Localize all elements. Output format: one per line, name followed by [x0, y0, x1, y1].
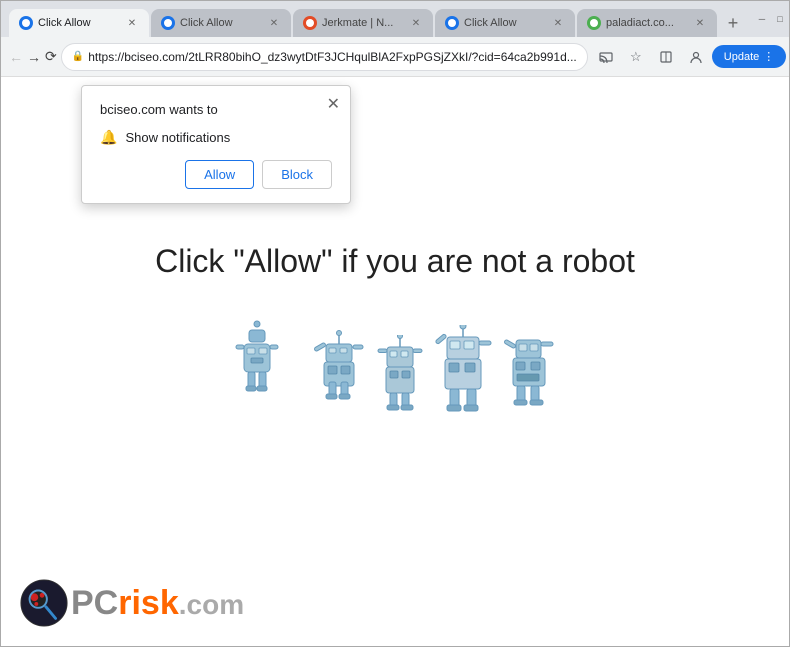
tab-1-close[interactable]: ✕ — [125, 16, 139, 30]
maximize-button[interactable]: □ — [773, 12, 787, 26]
pcrisk-risk: risk — [118, 584, 179, 622]
main-heading: Click "Allow" if you are not a robot — [155, 243, 635, 280]
refresh-button[interactable]: ⟳ — [45, 43, 57, 71]
notification-popup: ✕ bciseo.com wants to 🔔 Show notificatio… — [81, 85, 351, 204]
forward-button[interactable]: → — [27, 43, 41, 71]
tab-3[interactable]: Jerkmate | N... ✕ — [293, 9, 433, 37]
pcrisk-logo: PCrisk.com — [19, 578, 244, 628]
address-text: https://bciseo.com/2tLRR80bihO_dz3wytDtF… — [88, 50, 577, 64]
robot-4 — [433, 325, 493, 420]
popup-notification-row: 🔔 Show notifications — [100, 129, 332, 146]
title-bar: Click Allow ✕ Click Allow ✕ Jerkmate | N… — [1, 1, 789, 37]
robot-1 — [234, 320, 304, 420]
pcrisk-com: .com — [179, 589, 244, 620]
page-content: ✕ bciseo.com wants to 🔔 Show notificatio… — [1, 77, 789, 646]
back-button[interactable]: ← — [9, 43, 23, 71]
profile-button[interactable] — [682, 43, 710, 71]
tab-1-favicon — [19, 16, 33, 30]
tab-4-close[interactable]: ✕ — [551, 16, 565, 30]
tab-2[interactable]: Click Allow ✕ — [151, 9, 291, 37]
popup-buttons: Allow Block — [100, 160, 332, 189]
block-button[interactable]: Block — [262, 160, 332, 189]
tab-2-title: Click Allow — [180, 17, 267, 29]
update-label: Update — [724, 51, 759, 63]
tab-5-title: paladiact.co... — [606, 17, 693, 29]
minimize-button[interactable]: ─ — [755, 12, 769, 26]
tab-4[interactable]: Click Allow ✕ — [435, 9, 575, 37]
bell-icon: 🔔 — [100, 129, 117, 146]
popup-close-button[interactable]: ✕ — [327, 94, 340, 114]
cast-button[interactable] — [592, 43, 620, 71]
window-controls: ─ □ ✕ — [755, 12, 790, 26]
update-menu-icon: ⋮ — [763, 50, 774, 63]
popup-title: bciseo.com wants to — [100, 102, 332, 117]
robot-2 — [312, 330, 367, 420]
tab-3-favicon — [303, 16, 317, 30]
pcrisk-icon — [19, 578, 69, 628]
lock-icon: 🔒 — [72, 51, 84, 62]
tab-5-close[interactable]: ✕ — [693, 16, 707, 30]
robot-3 — [375, 335, 425, 420]
pcrisk-pc: PC — [71, 584, 118, 622]
tab-1-title: Click Allow — [38, 17, 125, 29]
pcrisk-text: PCrisk.com — [71, 584, 244, 623]
browser-frame: Click Allow ✕ Click Allow ✕ Jerkmate | N… — [0, 0, 790, 647]
tab-4-favicon — [445, 16, 459, 30]
tab-2-close[interactable]: ✕ — [267, 16, 281, 30]
tab-1[interactable]: Click Allow ✕ — [9, 9, 149, 37]
popup-notification-text: Show notifications — [125, 130, 230, 145]
tab-4-title: Click Allow — [464, 17, 551, 29]
update-button[interactable]: Update ⋮ — [712, 45, 786, 68]
allow-button[interactable]: Allow — [185, 160, 254, 189]
robot-5 — [501, 332, 556, 420]
extensions-button[interactable] — [652, 43, 680, 71]
tab-3-title: Jerkmate | N... — [322, 17, 409, 29]
tab-strip: Click Allow ✕ Click Allow ✕ Jerkmate | N… — [9, 1, 747, 37]
tab-5-favicon — [587, 16, 601, 30]
tab-2-favicon — [161, 16, 175, 30]
robots-illustration — [234, 320, 556, 420]
tab-5[interactable]: paladiact.co... ✕ — [577, 9, 717, 37]
new-tab-button[interactable]: + — [719, 9, 747, 37]
navigation-bar: ← → ⟳ 🔒 https://bciseo.com/2tLRR80bihO_d… — [1, 37, 789, 77]
address-bar[interactable]: 🔒 https://bciseo.com/2tLRR80bihO_dz3wytD… — [61, 43, 588, 71]
tab-3-close[interactable]: ✕ — [409, 16, 423, 30]
bookmark-button[interactable]: ☆ — [622, 43, 650, 71]
nav-actions: ☆ Update ⋮ — [592, 43, 786, 71]
